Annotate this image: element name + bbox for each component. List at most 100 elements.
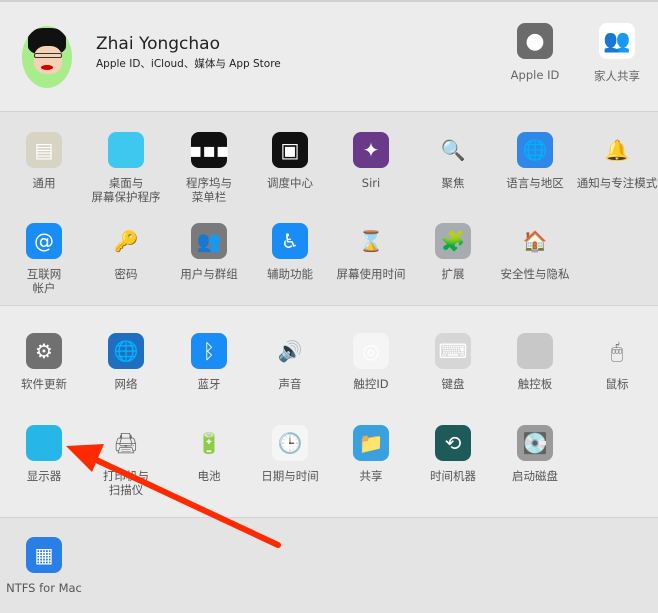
pref-item-dock[interactable]: ▪▪▪ 程序坞与 菜单栏 xyxy=(168,132,250,204)
pref-item-label: 打印机与 扫描仪 xyxy=(103,469,149,497)
pref-item-label: 调度中心 xyxy=(267,176,313,190)
notifications-icon: 🔔 xyxy=(604,138,630,162)
desktop-icon xyxy=(108,132,144,168)
pref-item-spotlight[interactable]: 🔍 聚焦 xyxy=(412,132,494,190)
startup-disk-icon: 💽 xyxy=(517,425,553,461)
sharing-icon: 📁 xyxy=(353,425,389,461)
pref-item-extensions[interactable]: 🧩 扩展 xyxy=(412,223,494,281)
pref-item-label: 网络 xyxy=(114,377,138,391)
pref-item-security[interactable]: 🏠 安全性与隐私 xyxy=(494,223,576,281)
account-header: Zhai Yongchao Apple ID、iCloud、媒体与 App St… xyxy=(0,2,658,111)
pref-item-label: 触控板 xyxy=(517,377,553,391)
pref-item-trackpad[interactable]: 触控板 xyxy=(494,333,576,391)
pref-item-label: NTFS for Mac xyxy=(6,581,82,595)
pref-item-mission-control[interactable]: ▣ 调度中心 xyxy=(249,132,331,190)
pref-item-screen-time[interactable]: ⌛ 屏幕使用时间 xyxy=(330,223,412,281)
pref-item-accessibility[interactable]: ♿ 辅助功能 xyxy=(249,223,331,281)
key-icon: 🔑 xyxy=(113,229,139,253)
pref-item-notifications[interactable]: 🔔 通知与专注模式 xyxy=(576,132,658,190)
pref-item-software-update[interactable]: ⚙ 软件更新 xyxy=(3,333,85,391)
pref-item-time-machine[interactable]: ⟲ 时间机器 xyxy=(412,425,494,483)
pref-item-battery[interactable]: 🔋 电池 xyxy=(168,425,250,483)
keyboard-icon: ⌨ xyxy=(435,333,471,369)
pref-item-label: 辅助功能 xyxy=(267,267,313,281)
pref-item-label: 启动磁盘 xyxy=(512,469,558,483)
pref-item-key[interactable]: 🔑 密码 xyxy=(85,223,167,281)
language-icon: 🌐 xyxy=(517,132,553,168)
pref-item-label: 通知与专注模式 xyxy=(576,176,658,190)
pref-item-label: 日期与时间 xyxy=(261,469,319,483)
pref-item-label: 键盘 xyxy=(441,377,465,391)
preferences-section-3 xyxy=(0,517,658,613)
screen-time-icon: ⌛ xyxy=(358,229,384,253)
pref-item-label: 时间机器 xyxy=(430,469,476,483)
pref-item-mouse[interactable]: 🖱 鼠标 xyxy=(576,333,658,391)
pref-item-label: 用户与群组 xyxy=(180,267,238,281)
pref-item-language[interactable]: 🌐 语言与地区 xyxy=(494,132,576,190)
sound-icon: 🔊 xyxy=(277,339,303,363)
apple-icon: ● xyxy=(517,23,553,59)
spotlight-icon: 🔍 xyxy=(440,138,466,162)
ntfs-icon: ▦ xyxy=(26,537,62,573)
users-icon: 👥 xyxy=(191,223,227,259)
pref-item-label: 屏幕使用时间 xyxy=(336,267,406,281)
trackpad-icon xyxy=(517,333,553,369)
pref-item-label: 扩展 xyxy=(441,267,465,281)
pref-item-label: 互联网 帐户 xyxy=(26,267,62,295)
pref-item-label: 通用 xyxy=(32,176,56,190)
touch-id-icon: ◎ xyxy=(353,333,389,369)
pref-item-internet-accounts[interactable]: @ 互联网 帐户 xyxy=(3,223,85,295)
pref-item-label: 安全性与隐私 xyxy=(500,267,570,281)
family-icon: 👥 xyxy=(599,23,635,59)
pref-item-label: 共享 xyxy=(359,469,383,483)
security-icon: 🏠 xyxy=(522,229,548,253)
bluetooth-icon: ᛒ xyxy=(191,333,227,369)
time-machine-icon: ⟲ xyxy=(435,425,471,461)
pref-item-users[interactable]: 👥 用户与群组 xyxy=(168,223,250,281)
pref-item-label: 鼠标 xyxy=(605,377,629,391)
apple-id-label: Apple ID xyxy=(510,68,560,82)
pref-item-label: 软件更新 xyxy=(21,377,67,391)
pref-item-touch-id[interactable]: ◎ 触控ID xyxy=(330,333,412,391)
pref-item-label: 聚焦 xyxy=(441,176,465,190)
pref-item-sharing[interactable]: 📁 共享 xyxy=(330,425,412,483)
pref-item-desktop[interactable]: 桌面与 屏幕保护程序 xyxy=(85,132,167,204)
network-icon: 🌐 xyxy=(108,333,144,369)
pref-item-startup-disk[interactable]: 💽 启动磁盘 xyxy=(494,425,576,483)
pref-item-label: 程序坞与 菜单栏 xyxy=(186,176,232,204)
pref-item-label: 显示器 xyxy=(26,469,62,483)
mouse-icon: 🖱 xyxy=(611,339,623,363)
display-icon xyxy=(26,425,62,461)
printer-icon: 🖨 xyxy=(113,431,139,455)
family-sharing-label: 家人共享 xyxy=(594,69,640,83)
avatar[interactable] xyxy=(22,26,72,88)
pref-item-display[interactable]: 显示器 xyxy=(3,425,85,483)
pref-item-label: 电池 xyxy=(197,469,221,483)
family-sharing-button[interactable]: 👥 家人共享 xyxy=(576,23,658,84)
extensions-icon: 🧩 xyxy=(435,223,471,259)
software-update-icon: ⚙ xyxy=(26,333,62,369)
apple-id-button[interactable]: ● Apple ID xyxy=(494,23,576,82)
mission-control-icon: ▣ xyxy=(272,132,308,168)
pref-item-siri[interactable]: ✦ Siri xyxy=(330,132,412,190)
siri-icon: ✦ xyxy=(353,132,389,168)
pref-item-printer[interactable]: 🖨 打印机与 扫描仪 xyxy=(85,425,167,497)
pref-item-label: 触控ID xyxy=(353,377,389,391)
pref-item-ntfs[interactable]: ▦ NTFS for Mac xyxy=(3,537,85,595)
date-time-icon: 🕒 xyxy=(272,425,308,461)
pref-item-date-time[interactable]: 🕒 日期与时间 xyxy=(249,425,331,483)
dock-icon: ▪▪▪ xyxy=(189,132,229,168)
pref-item-bluetooth[interactable]: ᛒ 蓝牙 xyxy=(168,333,250,391)
pref-item-network[interactable]: 🌐 网络 xyxy=(85,333,167,391)
pref-item-keyboard[interactable]: ⌨ 键盘 xyxy=(412,333,494,391)
pref-item-label: 蓝牙 xyxy=(197,377,221,391)
general-icon: ▤ xyxy=(26,132,62,168)
pref-item-label: Siri xyxy=(361,176,381,190)
pref-item-general[interactable]: ▤ 通用 xyxy=(3,132,85,190)
pref-item-sound[interactable]: 🔊 声音 xyxy=(249,333,331,391)
pref-item-label: 密码 xyxy=(114,267,138,281)
pref-item-label: 桌面与 屏幕保护程序 xyxy=(91,176,161,204)
battery-icon: 🔋 xyxy=(196,431,222,455)
user-name[interactable]: Zhai Yongchao xyxy=(96,34,220,54)
pref-item-label: 语言与地区 xyxy=(506,176,564,190)
